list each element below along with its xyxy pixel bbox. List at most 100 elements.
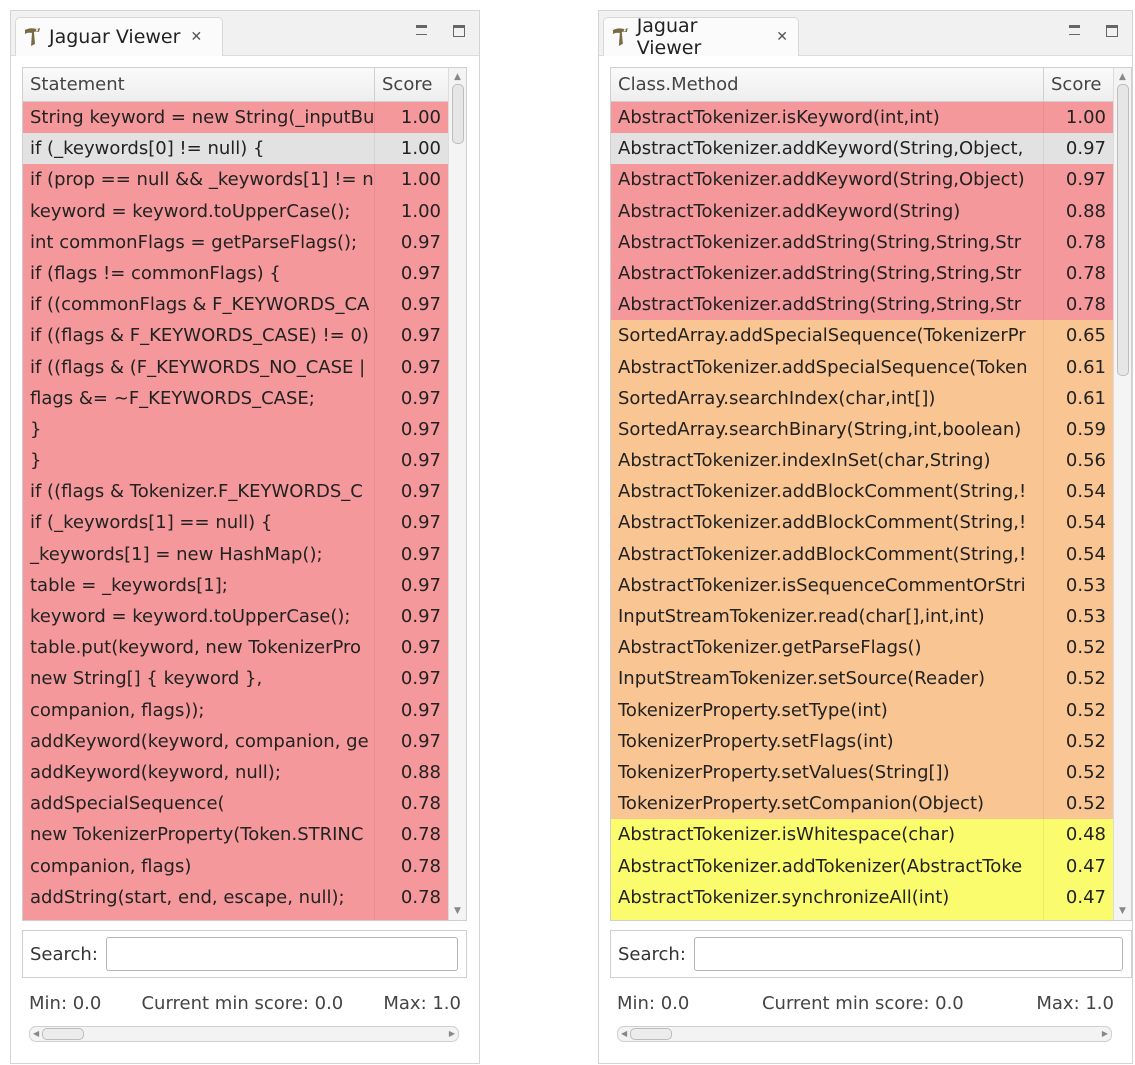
scroll-down-icon[interactable]: ▼ xyxy=(1114,904,1131,918)
table-row[interactable]: addKeyword(keyword, companion, ge 0.97 xyxy=(23,725,466,757)
statement-table: Statement Score String keyword = new Str… xyxy=(22,67,467,921)
score-cell: 0.53 xyxy=(1065,574,1106,596)
table-row[interactable]: InputStreamTokenizer.setSource(Reader) 0.… xyxy=(611,663,1131,695)
close-icon[interactable]: ✕ xyxy=(776,29,788,45)
table-row[interactable]: AbstractTokenizer.addBlockComment(String… xyxy=(611,538,1131,570)
table-row[interactable]: } 0.97 xyxy=(23,413,466,446)
slider-left-icon[interactable]: ◀ xyxy=(621,1027,627,1041)
table-header: Class.Method Score xyxy=(611,68,1131,102)
table-header: Statement Score xyxy=(23,68,466,102)
table-row[interactable]: if ((flags & F_KEYWORDS_CASE) != 0) {0.9… xyxy=(23,320,466,352)
min-score-label: Min: 0.0 xyxy=(29,993,102,1014)
vertical-scrollbar[interactable]: ▲ ▼ xyxy=(448,68,466,920)
maximize-icon[interactable] xyxy=(453,25,465,37)
min-score-slider[interactable]: ◀ ▶ xyxy=(29,1026,459,1042)
table-row[interactable]: if ((flags & Tokenizer.F_KEYWORDS_C 0.97 xyxy=(23,476,466,508)
score-cell: 1.00 xyxy=(400,169,441,191)
table-row[interactable]: _keywords[1] = new HashMap(); 0.97 xyxy=(23,538,466,570)
minimize-icon[interactable] xyxy=(416,25,427,35)
slider-right-icon[interactable]: ▶ xyxy=(449,1027,455,1041)
table-row[interactable]: AbstractTokenizer.addString(String,Strin… xyxy=(611,257,1131,290)
table-row[interactable]: if (_keywords[0] != null) {1.00 xyxy=(23,133,466,165)
table-row[interactable]: table.put(keyword, new TokenizerPro 0.97 xyxy=(23,632,466,664)
table-row[interactable]: if (_keywords[1] == null) {0.97 xyxy=(23,507,466,539)
table-row[interactable]: if (prop == null && _keywords[1] != nul 1… xyxy=(23,164,466,196)
search-input[interactable] xyxy=(105,937,458,971)
table-row[interactable]: companion, flags)); 0.97 xyxy=(23,694,466,726)
table-row[interactable]: SortedArray.searchBinary(String,int,bool… xyxy=(611,413,1131,446)
column-header-statement[interactable]: Statement xyxy=(23,68,375,101)
view-tab[interactable]: Jaguar Viewer ✕ xyxy=(603,15,799,59)
close-icon[interactable]: ✕ xyxy=(190,29,202,45)
table-row[interactable]: AbstractTokenizer.isSequenceCommentOrStr… xyxy=(611,569,1131,601)
maximize-icon[interactable] xyxy=(1106,25,1118,37)
method-cell: AbstractTokenizer.getTokenizer(int) xyxy=(611,912,1044,920)
table-row[interactable]: flags &= ~F_KEYWORDS_CASE; 0.97 xyxy=(23,382,466,414)
table-row[interactable]: if (flags != commonFlags) {0.97 xyxy=(23,257,466,290)
table-row[interactable]: AbstractTokenizer.addTokenizer(AbstractT… xyxy=(611,850,1131,882)
score-cell: 0.78 xyxy=(400,855,441,877)
table-row[interactable]: AbstractTokenizer.addBlockComment(String… xyxy=(611,507,1131,539)
statement-cell: companion, flags)); xyxy=(23,694,375,726)
column-header-class-method[interactable]: Class.Method xyxy=(611,68,1044,101)
slider-thumb[interactable] xyxy=(42,1028,84,1040)
column-header-score[interactable]: Score xyxy=(1044,68,1112,101)
table-row[interactable]: new String[] { keyword }, 0.97 xyxy=(23,663,466,695)
table-row[interactable]: addString(start, end, xyxy=(23,912,466,920)
table-row[interactable]: if ((commonFlags & F_KEYWORDS_CA 0.97 xyxy=(23,289,466,321)
scrollbar-thumb[interactable] xyxy=(452,84,464,144)
table-row[interactable]: AbstractTokenizer.synchronizeAll(int) 0.4… xyxy=(611,881,1131,913)
score-cell: 0.78 xyxy=(400,886,441,908)
table-row[interactable]: if ((flags & (F_KEYWORDS_NO_CASE | 0.97 xyxy=(23,351,466,383)
table-row[interactable]: companion, flags) 0.78 xyxy=(23,850,466,882)
min-score-slider[interactable]: ◀ ▶ xyxy=(617,1026,1112,1042)
score-cell: 0.54 xyxy=(1065,512,1106,534)
table-row[interactable]: AbstractTokenizer.addKeyword(String,Obje… xyxy=(611,164,1131,196)
slider-right-icon[interactable]: ▶ xyxy=(1102,1027,1108,1041)
table-row[interactable]: addString(start, end, escape, null); 0.78 xyxy=(23,881,466,913)
table-row[interactable]: InputStreamTokenizer.read(char[],int,int… xyxy=(611,601,1131,633)
table-row[interactable]: addKeyword(keyword, null); 0.88 xyxy=(23,756,466,789)
table-row[interactable]: AbstractTokenizer.addString(String,Strin… xyxy=(611,289,1131,321)
method-cell: AbstractTokenizer.addBlockComment(String… xyxy=(611,476,1044,508)
table-row[interactable]: TokenizerProperty.setType(int) 0.52 xyxy=(611,694,1131,726)
table-row[interactable]: SortedArray.addSpecialSequence(Tokenizer… xyxy=(611,320,1131,352)
search-label: Search: xyxy=(618,943,686,965)
view-tab[interactable]: Jaguar Viewer ✕ xyxy=(15,17,223,56)
table-row[interactable]: String keyword = new String(_inputBu 1.00 xyxy=(23,102,466,134)
table-row[interactable]: TokenizerProperty.setCompanion(Object) 0.… xyxy=(611,788,1131,820)
score-cell: 0.54 xyxy=(1065,543,1106,565)
slider-left-icon[interactable]: ◀ xyxy=(33,1027,39,1041)
minimize-icon[interactable] xyxy=(1069,25,1080,35)
scroll-down-icon[interactable]: ▼ xyxy=(449,904,466,918)
table-row[interactable]: AbstractTokenizer.getTokenizer(int) xyxy=(611,912,1131,920)
table-row[interactable]: TokenizerProperty.setValues(String[]) 0.5… xyxy=(611,756,1131,789)
table-row[interactable]: AbstractTokenizer.indexInSet(char,String… xyxy=(611,445,1131,477)
scrollbar-thumb[interactable] xyxy=(1117,84,1129,376)
table-row[interactable]: keyword = keyword.toUpperCase(); 1.00 xyxy=(23,195,466,227)
method-cell: TokenizerProperty.setValues(String[]) xyxy=(611,756,1044,789)
vertical-scrollbar[interactable]: ▲ ▼ xyxy=(1113,68,1131,920)
table-row[interactable]: AbstractTokenizer.isWhitespace(char) 0.48 xyxy=(611,819,1131,851)
table-row[interactable]: AbstractTokenizer.addKeyword(String) 0.88 xyxy=(611,195,1131,227)
table-row[interactable]: AbstractTokenizer.addString(String,Strin… xyxy=(611,226,1131,258)
table-row[interactable]: int commonFlags = getParseFlags(); 0.97 xyxy=(23,226,466,258)
table-row[interactable]: addSpecialSequence(0.78 xyxy=(23,788,466,820)
table-row[interactable]: AbstractTokenizer.isKeyword(int,int) 1.00 xyxy=(611,102,1131,134)
table-row[interactable]: AbstractTokenizer.addBlockComment(String… xyxy=(611,476,1131,508)
table-row[interactable]: keyword = keyword.toUpperCase(); 0.97 xyxy=(23,601,466,633)
table-row[interactable]: AbstractTokenizer.getParseFlags() 0.52 xyxy=(611,632,1131,664)
statement-cell: flags &= ~F_KEYWORDS_CASE; xyxy=(23,382,375,414)
table-row[interactable]: table = _keywords[1]; 0.97 xyxy=(23,569,466,601)
table-row[interactable]: TokenizerProperty.setFlags(int) 0.52 xyxy=(611,725,1131,757)
scroll-up-icon[interactable]: ▲ xyxy=(1114,70,1131,84)
table-row[interactable]: SortedArray.searchIndex(char,int[]) 0.61 xyxy=(611,382,1131,414)
table-row[interactable]: AbstractTokenizer.addSpecialSequence(Tok… xyxy=(611,351,1131,383)
slider-thumb[interactable] xyxy=(630,1028,672,1040)
scroll-up-icon[interactable]: ▲ xyxy=(449,70,466,84)
column-header-score[interactable]: Score xyxy=(375,68,447,101)
table-row[interactable]: new TokenizerProperty(Token.STRINC 0.78 xyxy=(23,819,466,851)
table-row[interactable]: AbstractTokenizer.addKeyword(String,Obje… xyxy=(611,133,1131,165)
table-row[interactable]: } 0.97 xyxy=(23,445,466,477)
search-input[interactable] xyxy=(693,937,1123,971)
